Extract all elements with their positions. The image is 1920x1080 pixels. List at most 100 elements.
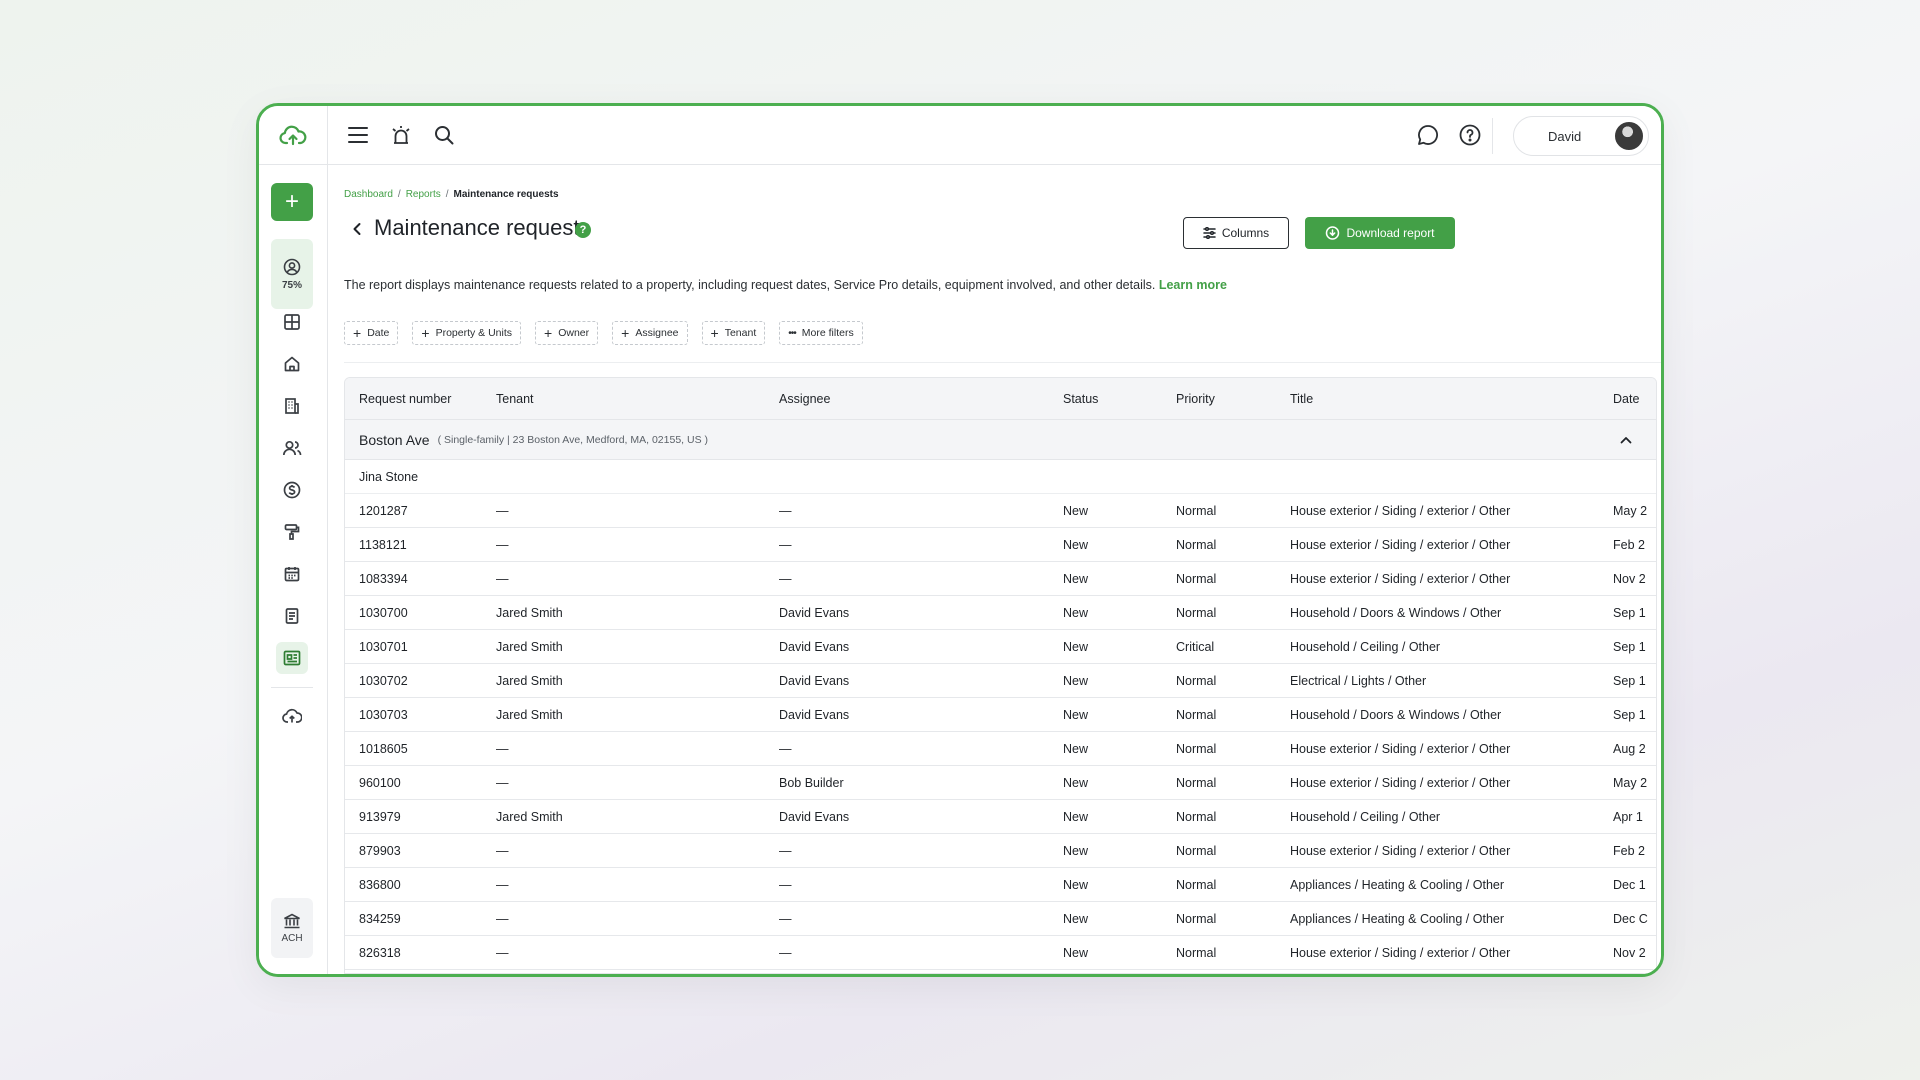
- column-header[interactable]: Priority: [1176, 378, 1276, 420]
- date-cell: Nov 2: [1613, 946, 1646, 960]
- search-icon[interactable]: [429, 120, 459, 150]
- status-cell: New: [1063, 844, 1089, 858]
- status-cell: New: [1063, 674, 1089, 688]
- filter-owner[interactable]: + Owner: [535, 321, 599, 345]
- table-row[interactable]: 913979 Jared Smith David Evans New Normal Hou…: [345, 800, 1656, 834]
- hamburger-menu-icon[interactable]: [343, 120, 373, 150]
- title-cell: Electrical / Lights / Other: [1290, 674, 1427, 688]
- table-row[interactable]: 1083394 — — New Normal House exterior / Sidin…: [345, 562, 1656, 596]
- filter-tenant[interactable]: + Tenant: [701, 321, 766, 345]
- table-body: 1201287 — — New Normal House exterior / Sidin…: [345, 494, 1656, 970]
- plus-icon: +: [353, 325, 362, 341]
- status-cell: New: [1063, 810, 1089, 824]
- request-number-cell: 960100: [359, 776, 401, 790]
- plus-icon: +: [284, 188, 299, 215]
- title-cell: Appliances / Heating & Cooling / Other: [1290, 878, 1505, 892]
- table-row[interactable]: 1030700 Jared Smith David Evans New Normal Ho…: [345, 596, 1656, 630]
- column-header[interactable]: Status: [1063, 378, 1163, 420]
- learn-more-link[interactable]: Learn more: [1159, 278, 1227, 292]
- request-number-cell: 1030700: [359, 606, 408, 620]
- tenant-cell: —: [496, 572, 509, 586]
- date-cell: Aug 2: [1613, 742, 1646, 756]
- cloud-icon[interactable]: [279, 703, 305, 729]
- table-row[interactable]: 1030703 Jared Smith David Evans New Normal Ho…: [345, 698, 1656, 732]
- question-icon[interactable]: [1455, 120, 1485, 150]
- priority-cell: Normal: [1176, 878, 1217, 892]
- progress-percent: 75%: [281, 279, 302, 291]
- table-row[interactable]: 1201287 — — New Normal House exterior / Sidin…: [345, 494, 1656, 528]
- status-cell: New: [1063, 572, 1089, 586]
- date-cell: Dec C: [1613, 912, 1648, 926]
- title-cell: Household / Ceiling / Other: [1290, 810, 1441, 824]
- add-button[interactable]: +: [271, 183, 313, 221]
- filter-date[interactable]: + Date: [344, 321, 399, 345]
- chevron-left-icon: [353, 223, 361, 235]
- filter-assignee[interactable]: + Assignee: [612, 321, 688, 345]
- table-row[interactable]: 826318 — — New Normal House exterior / Siding…: [345, 936, 1656, 970]
- reports-icon[interactable]: [276, 642, 308, 674]
- user-menu[interactable]: David: [1513, 116, 1649, 156]
- assignee-cell: —: [779, 912, 792, 926]
- date-cell: May 2: [1613, 776, 1648, 790]
- back-button[interactable]: [346, 218, 368, 240]
- table-row[interactable]: 1030702 Jared Smith David Evans New Normal El…: [345, 664, 1656, 698]
- table-row[interactable]: 1018605 — — New Normal House exterior / Sidin…: [345, 732, 1656, 766]
- title-cell: House exterior / Siding / exterior / Oth…: [1290, 538, 1511, 552]
- title-cell: House exterior / Siding / exterior / Oth…: [1290, 844, 1511, 858]
- date-cell: Dec 1: [1613, 878, 1646, 892]
- filter-bar: + Date + Property & Units + Owner + Assignee…: [344, 321, 863, 345]
- plus-icon: +: [621, 325, 630, 341]
- request-number-cell: 879903: [359, 844, 401, 858]
- date-cell: Sep 1: [1613, 708, 1646, 722]
- column-header[interactable]: Date: [1613, 378, 1656, 420]
- filter-more[interactable]: ••• More filters: [779, 321, 863, 345]
- priority-cell: Normal: [1176, 844, 1217, 858]
- columns-button[interactable]: Columns: [1183, 217, 1289, 249]
- table-row[interactable]: 1030701 Jared Smith David Evans New Critical…: [345, 630, 1656, 664]
- filter-property-units[interactable]: + Property & Units: [412, 321, 522, 345]
- help-icon[interactable]: ?: [575, 222, 591, 238]
- home-icon[interactable]: [279, 351, 305, 377]
- assignee-cell: David Evans: [779, 640, 850, 654]
- ach-button[interactable]: ACH: [271, 898, 313, 958]
- tenant-cell: Jared Smith: [496, 810, 563, 824]
- priority-cell: Normal: [1176, 708, 1217, 722]
- title-cell: Household / Doors & Windows / Other: [1290, 606, 1502, 620]
- assignee-cell: —: [779, 572, 792, 586]
- alarm-bell-icon[interactable]: [386, 120, 416, 150]
- table-row[interactable]: 879903 — — New Normal House exterior / Siding…: [345, 834, 1656, 868]
- column-header[interactable]: Tenant: [496, 378, 756, 420]
- tenant-cell: —: [496, 844, 509, 858]
- dashboard-icon[interactable]: [279, 309, 305, 335]
- logo[interactable]: [259, 106, 328, 165]
- download-report-button[interactable]: Download report: [1305, 217, 1455, 249]
- assignee-cell: David Evans: [779, 606, 850, 620]
- user-circle-icon: [283, 258, 301, 275]
- priority-cell: Normal: [1176, 742, 1217, 756]
- table-row[interactable]: 836800 — — New Normal Appliances / Heating & …: [345, 868, 1656, 902]
- table-row[interactable]: 834259 — — New Normal Appliances / Heating & …: [345, 902, 1656, 936]
- group-row[interactable]: Boston Ave ( Single-family | 23 Boston A…: [345, 420, 1656, 460]
- calendar-icon[interactable]: [279, 561, 305, 587]
- column-header[interactable]: Title: [1290, 378, 1590, 420]
- onboarding-progress[interactable]: 75%: [271, 239, 313, 309]
- table-row[interactable]: 960100 — Bob Builder New Normal House exterio…: [345, 766, 1656, 800]
- people-icon[interactable]: [279, 435, 305, 461]
- chat-icon[interactable]: [1413, 120, 1443, 150]
- building-icon[interactable]: [279, 393, 305, 419]
- sliders-icon: [1203, 227, 1216, 239]
- chevron-up-icon[interactable]: [1618, 432, 1634, 448]
- breadcrumb-reports[interactable]: Reports: [406, 189, 441, 200]
- report-table: Request number Tenant Assignee Status Pr…: [344, 377, 1657, 974]
- document-icon[interactable]: [279, 603, 305, 629]
- request-number-cell: 913979: [359, 810, 401, 824]
- filter-label: Property & Units: [435, 327, 513, 339]
- tenant-cell: —: [496, 776, 509, 790]
- table-row[interactable]: 1138121 — — New Normal House exterior / Sidin…: [345, 528, 1656, 562]
- column-header[interactable]: Request number: [359, 378, 469, 420]
- breadcrumb-dashboard[interactable]: Dashboard: [344, 189, 393, 200]
- tenant-cell: —: [496, 878, 509, 892]
- column-header[interactable]: Assignee: [779, 378, 1039, 420]
- paint-roller-icon[interactable]: [279, 519, 305, 545]
- dollar-icon[interactable]: [279, 477, 305, 503]
